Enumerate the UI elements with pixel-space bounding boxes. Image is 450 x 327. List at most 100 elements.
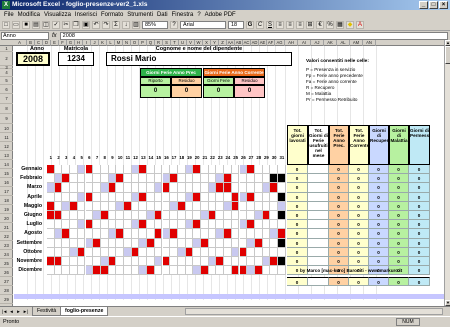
day-cell[interactable] [262, 229, 271, 239]
day-cell[interactable] [254, 174, 263, 184]
day-cell[interactable] [85, 192, 94, 202]
day-cell[interactable] [54, 229, 63, 239]
day-cell[interactable] [201, 229, 209, 239]
day-cell[interactable] [208, 174, 217, 184]
day-cell[interactable] [208, 229, 217, 239]
day-cell[interactable] [100, 192, 109, 202]
day-cell[interactable] [154, 192, 163, 202]
day-cell[interactable] [93, 183, 101, 193]
day-cell[interactable] [100, 165, 109, 175]
day-cell[interactable] [116, 229, 124, 239]
menu-item[interactable]: File [2, 10, 16, 20]
row-header[interactable]: 16 [0, 178, 13, 187]
day-cell[interactable] [139, 211, 148, 221]
day-cell[interactable] [85, 165, 94, 175]
day-cell[interactable] [231, 229, 240, 239]
menu-item[interactable]: Adobe PDF [203, 10, 238, 20]
day-cell[interactable] [247, 174, 255, 184]
day-cell[interactable] [116, 220, 124, 230]
day-cell[interactable] [154, 211, 163, 221]
day-cell[interactable] [131, 174, 140, 184]
day-cell[interactable] [93, 266, 101, 276]
day-cell[interactable] [193, 247, 201, 257]
day-cell[interactable] [147, 238, 155, 248]
day-cell[interactable] [47, 211, 55, 221]
day-cell[interactable] [231, 174, 240, 184]
day-cell[interactable] [231, 247, 240, 257]
day-cell[interactable] [162, 183, 171, 193]
day-cell[interactable] [216, 183, 225, 193]
day-cell[interactable] [185, 201, 194, 211]
spellcheck-icon[interactable]: ✓ [52, 21, 60, 29]
day-cell[interactable] [116, 266, 124, 276]
ferie-curr-riporto[interactable]: 0 [203, 85, 234, 98]
day-cell[interactable] [185, 174, 194, 184]
day-cell[interactable] [201, 257, 209, 267]
day-cell[interactable] [108, 201, 117, 211]
day-cell[interactable] [170, 183, 178, 193]
day-cell[interactable] [193, 174, 201, 184]
day-cell[interactable] [62, 201, 71, 211]
day-cell[interactable] [70, 238, 78, 248]
day-cell[interactable] [124, 174, 132, 184]
day-cell[interactable] [124, 257, 132, 267]
day-cell[interactable] [247, 247, 255, 257]
day-cell[interactable] [116, 211, 124, 221]
day-cell[interactable] [208, 238, 217, 248]
ferie-prev-riporto[interactable]: 0 [140, 85, 171, 98]
row-header[interactable]: 4 [0, 69, 13, 77]
day-cell[interactable] [224, 238, 232, 248]
day-cell[interactable] [262, 220, 271, 230]
day-cell[interactable] [54, 220, 63, 230]
day-cell[interactable] [201, 165, 209, 175]
day-cell[interactable] [85, 220, 94, 230]
day-cell[interactable] [193, 211, 201, 221]
day-cell[interactable] [47, 266, 55, 276]
next-sheet-icon[interactable]: ► [15, 308, 22, 315]
day-cell[interactable] [254, 229, 263, 239]
menu-item[interactable]: Modifica [16, 10, 42, 20]
day-cell[interactable] [47, 257, 55, 267]
day-cell[interactable] [100, 238, 109, 248]
menu-item[interactable]: Inserisci [73, 10, 99, 20]
day-cell[interactable] [254, 220, 263, 230]
day-cell[interactable] [278, 257, 286, 267]
day-cell[interactable] [62, 238, 71, 248]
paste-icon[interactable]: ▣ [82, 21, 90, 29]
fill-color-icon[interactable]: ◆ [346, 21, 354, 29]
day-cell[interactable] [185, 220, 194, 230]
day-cell[interactable] [108, 247, 117, 257]
day-cell[interactable] [201, 192, 209, 202]
horizontal-scrollbar[interactable] [185, 308, 443, 315]
prev-sheet-icon[interactable]: ◄ [8, 308, 15, 315]
day-cell[interactable] [62, 165, 71, 175]
day-cell[interactable] [262, 174, 271, 184]
day-cell[interactable] [100, 229, 109, 239]
day-cell[interactable] [139, 220, 148, 230]
day-cell[interactable] [216, 201, 225, 211]
tab-foglio-presenze[interactable]: foglio-presenze [60, 307, 109, 316]
day-cell[interactable] [170, 211, 178, 221]
day-cell[interactable] [47, 220, 55, 230]
day-cell[interactable] [262, 266, 271, 276]
print-icon[interactable]: ▤ [32, 21, 40, 29]
day-cell[interactable] [216, 238, 225, 248]
day-cell[interactable] [177, 257, 186, 267]
day-cell[interactable] [139, 238, 148, 248]
day-cell[interactable] [85, 257, 94, 267]
day-cell[interactable] [231, 220, 240, 230]
align-right-icon[interactable]: ≡ [296, 21, 304, 29]
day-cell[interactable] [77, 165, 86, 175]
day-cell[interactable] [62, 229, 71, 239]
day-cell[interactable] [47, 165, 55, 175]
day-cell[interactable] [131, 247, 140, 257]
day-cell[interactable] [270, 192, 278, 202]
day-cell[interactable] [139, 201, 148, 211]
day-cell[interactable] [108, 165, 117, 175]
day-cell[interactable] [185, 266, 194, 276]
day-cell[interactable] [270, 201, 278, 211]
day-cell[interactable] [77, 229, 86, 239]
day-cell[interactable] [208, 266, 217, 276]
align-center-icon[interactable]: ≡ [286, 21, 294, 29]
row-header[interactable]: 25 [0, 259, 13, 268]
